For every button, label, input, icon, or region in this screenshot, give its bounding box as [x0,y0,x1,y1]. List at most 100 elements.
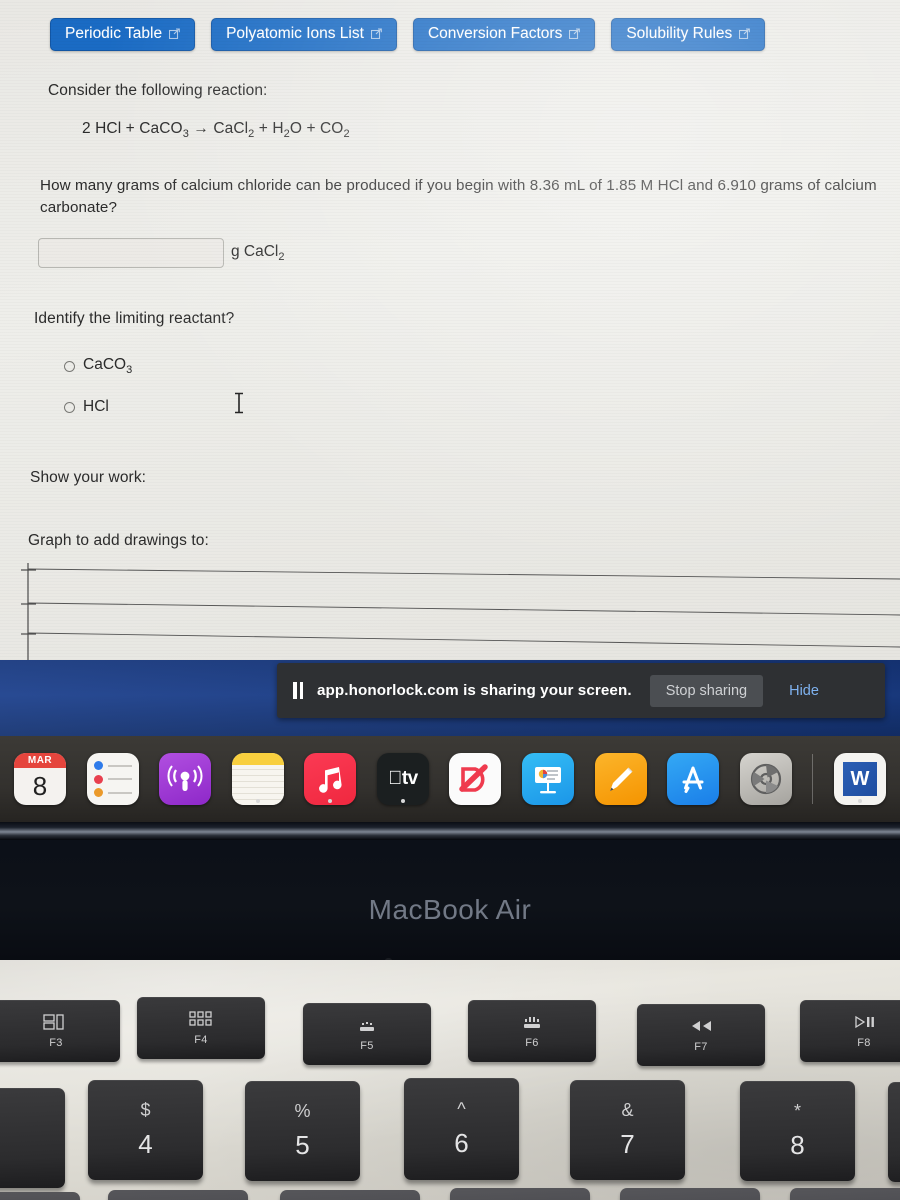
reminders-row [93,774,132,784]
key-5[interactable]: % 5 [245,1081,360,1181]
answer-row: g CaCl2 [38,238,285,268]
equation-part: 2 HCl + CaCO [82,120,183,137]
show-your-work-label: Show your work: [30,469,147,486]
pages-pen-icon [609,767,633,791]
calendar-month-label: MAR [14,753,66,768]
running-indicator-dot [400,799,405,803]
appstore-icon [682,766,704,793]
dock-item-system-settings[interactable] [739,753,792,805]
macos-dock: MAR 8 tv W [0,736,900,822]
key-f8[interactable]: F8 [800,1000,900,1062]
dock-item-news[interactable] [449,753,502,805]
dock-item-music[interactable] [304,753,357,805]
key-f7-label: F7 [694,1041,708,1053]
calendar-day-label: 8 [32,771,48,801]
dock-item-appstore[interactable] [667,753,720,805]
key-9-partial[interactable] [888,1082,900,1182]
radio-option-hcl[interactable]: HCl [64,398,109,416]
key-f7[interactable]: F7 [637,1004,765,1066]
dock-item-keynote[interactable] [522,753,575,805]
dock-item-word[interactable]: W [833,753,886,805]
reminders-row [93,788,132,797]
polyatomic-ions-list-button[interactable]: Polyatomic Ions List [211,18,397,51]
screenshot-root: Periodic Table Polyatomic Ions List Conv… [0,0,900,1200]
key-f6[interactable]: F6 [468,1000,596,1062]
word-glyph: W [842,762,877,796]
running-indicator-dot [857,799,862,803]
answer-unit-main: g CaCl [231,242,279,260]
news-icon [459,764,489,792]
question-text: How many grams of calcium chloride can b… [40,177,877,217]
i-beam-cursor-icon [232,392,246,414]
key-3-partial[interactable] [0,1088,65,1188]
key-7[interactable]: & 7 [570,1080,685,1180]
solubility-rules-button[interactable]: Solubility Rules [611,18,766,51]
stop-sharing-button[interactable]: Stop sharing [649,674,764,707]
dock-item-podcasts[interactable] [159,753,212,805]
key-7-symbol: & [621,1100,634,1120]
dock-item-pages[interactable] [594,753,647,805]
dock-item-appletv[interactable]: tv [376,753,429,805]
dock-item-reminders[interactable] [86,753,139,805]
dock-item-calendar[interactable]: MAR 8 [14,753,66,805]
external-link-icon [739,28,751,40]
intro-text: Consider the following reaction: [48,82,268,99]
answer-input[interactable] [38,238,224,268]
key-5-symbol: % [294,1101,311,1121]
hide-button[interactable]: Hide [779,675,829,707]
key-6-digit: 6 [454,1128,469,1158]
radio-label: CaCO3 [83,356,132,376]
key-f3-label: F3 [49,1037,63,1049]
key-row3-partial[interactable] [450,1188,590,1200]
periodic-table-label: Periodic Table [65,25,163,42]
music-note-icon [319,767,342,793]
graph-label: Graph to add drawings to: [28,532,209,549]
key-row3-partial[interactable] [790,1188,900,1200]
notes-header-bar [231,753,284,765]
drawing-graph-canvas[interactable] [0,560,900,660]
mission-control-icon [43,1013,69,1031]
dock-items: MAR 8 tv W [6,753,894,805]
macbook-air-brand-label: MacBook Air [368,894,532,925]
key-8-symbol: * [793,1101,801,1121]
radio-label-main: CaCO [83,356,127,373]
key-4[interactable]: $ 4 [88,1080,203,1180]
radio-circle-icon[interactable] [64,401,75,413]
key-row3-partial[interactable] [0,1192,80,1200]
conversion-factors-label: Conversion Factors [427,25,563,42]
solubility-rules-label: Solubility Rules [626,25,733,42]
external-link-icon [370,28,382,40]
rewind-icon [687,1017,715,1035]
periodic-table-button[interactable]: Periodic Table [50,18,196,51]
gear-icon [750,763,781,795]
keyboard-brightness-down-icon [353,1016,381,1034]
resource-button-row: Periodic Table Polyatomic Ions List Conv… [50,18,766,51]
key-f5-label: F5 [360,1040,374,1052]
dock-item-notes[interactable] [231,753,284,805]
key-6[interactable]: ^ 6 [404,1078,519,1180]
key-f4-label: F4 [194,1034,208,1046]
quiz-screen: Periodic Table Polyatomic Ions List Conv… [0,0,900,660]
key-f3[interactable]: F3 [0,1000,120,1062]
chemical-equation: 2 HCl + CaCO3 → CaCl2 + H2O + CO2 [82,120,350,140]
key-row3-partial[interactable] [108,1190,248,1200]
key-f5[interactable]: F5 [303,1003,431,1065]
key-8[interactable]: * 8 [740,1081,855,1181]
radio-label: HCl [83,398,109,415]
key-row3-partial[interactable] [620,1188,760,1200]
polyatomic-ions-list-label: Polyatomic Ions List [226,25,364,42]
conversion-factors-button[interactable]: Conversion Factors [412,18,596,51]
key-f4[interactable]: F4 [137,997,265,1059]
radio-option-caco3[interactable]: CaCO3 [64,356,132,376]
equation-part: O + CO [289,120,344,137]
key-f8-label: F8 [857,1037,871,1049]
radio-circle-icon[interactable] [64,360,75,372]
reminders-row [93,761,132,770]
answer-unit-sub: 2 [278,251,285,264]
laptop-bezel: MacBook Air [0,840,900,960]
sharing-message: app.honorlock.com is sharing your screen… [317,682,632,699]
podcasts-icon [167,765,203,791]
equation-part: → CaCl [188,120,249,137]
key-row3-partial[interactable] [280,1190,420,1200]
key-4-digit: 4 [138,1129,153,1159]
